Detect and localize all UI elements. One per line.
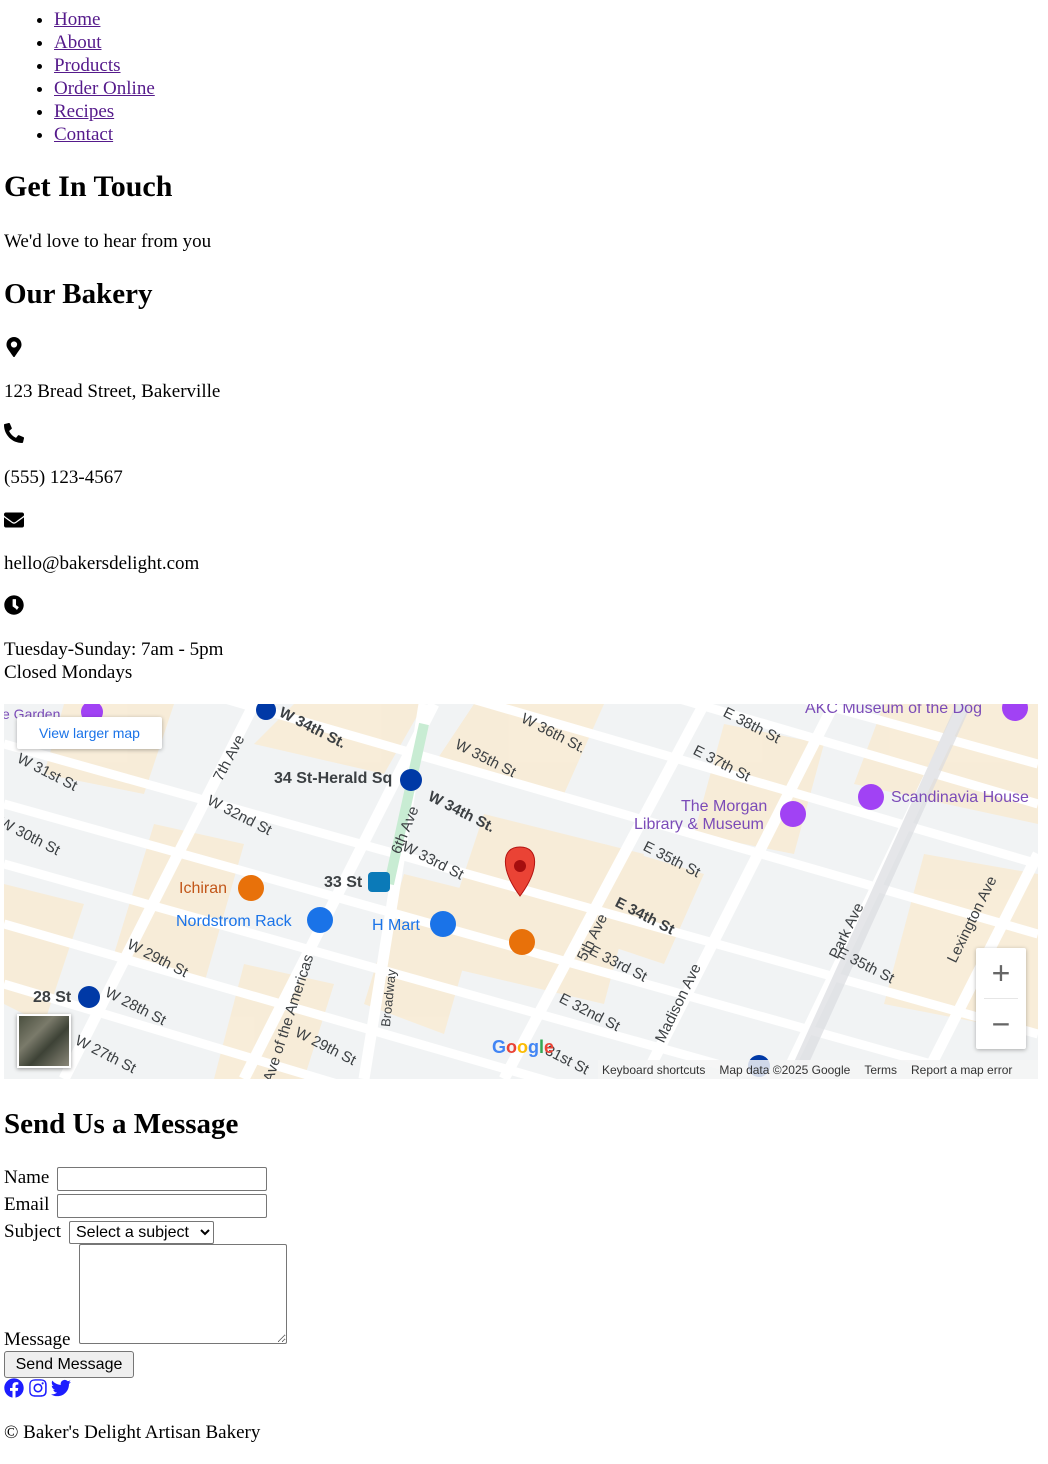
zoom-in-button[interactable]: + (976, 948, 1026, 998)
page-title: Get In Touch (4, 170, 173, 203)
place-label[interactable]: Nordstrom Rack (176, 913, 292, 931)
bakery-address: 123 Bread Street, Bakerville (4, 381, 221, 402)
place-label: 34 St-Herald Sq (274, 770, 393, 787)
bakery-email: hello@bakersdelight.com (4, 553, 200, 574)
nav-item-contact: Contact (54, 123, 155, 146)
facebook-icon[interactable] (4, 1378, 24, 1398)
nav-link-recipes[interactable]: Recipes (54, 101, 114, 122)
name-label: Name (4, 1167, 50, 1188)
map-marker-icon (6, 337, 22, 357)
email-label: Email (4, 1194, 50, 1215)
place-label[interactable]: The Morgan (681, 798, 767, 816)
main-nav: Home About Products Order Online Recipes… (0, 8, 155, 146)
zoom-out-button[interactable]: − (976, 999, 1026, 1049)
page-subtitle: We'd love to hear from you (4, 231, 212, 252)
hours-line-1: Tuesday-Sunday: 7am - 5pm (4, 639, 224, 660)
nav-item-recipes: Recipes (54, 100, 155, 123)
nav-item-order-online: Order Online (54, 77, 155, 100)
map-attribution-bar: Keyboard shortcuts Map data ©2025 Google… (598, 1060, 1038, 1079)
map-data-text: Map data ©2025 Google (719, 1062, 851, 1077)
nav-link-contact[interactable]: Contact (54, 124, 113, 145)
place-label: 28 St (33, 989, 72, 1006)
place-label[interactable]: Scandinavia House (891, 789, 1029, 807)
terms-link[interactable]: Terms (864, 1063, 897, 1077)
envelope-icon (4, 512, 24, 528)
nav-item-about: About (54, 31, 155, 54)
subject-label: Subject (4, 1221, 61, 1242)
bakery-hours: Tuesday-Sunday: 7am - 5pm Closed Mondays (4, 638, 223, 684)
nav-link-products[interactable]: Products (54, 55, 121, 76)
bakery-phone: (555) 123-4567 (4, 467, 123, 488)
place-label[interactable]: H Mart (372, 917, 420, 935)
keyboard-shortcuts-link[interactable]: Keyboard shortcuts (602, 1063, 705, 1077)
form-heading: Send Us a Message (4, 1108, 239, 1140)
phone-icon (4, 423, 24, 443)
bakery-heading: Our Bakery (4, 278, 153, 310)
email-field[interactable] (57, 1194, 267, 1218)
place-label[interactable]: Library & Museum (634, 816, 764, 834)
place-label[interactable]: Ichiran (179, 880, 227, 898)
message-textarea[interactable] (79, 1244, 287, 1344)
zoom-controls: + − (976, 948, 1026, 1049)
google-map[interactable]: W 34th St. W 35th St W 36th St. E 38th S… (4, 704, 1038, 1079)
hours-line-2: Closed Mondays (4, 662, 133, 683)
nav-link-order-online[interactable]: Order Online (54, 78, 155, 99)
nav-link-home[interactable]: Home (54, 9, 100, 30)
name-field[interactable] (57, 1167, 267, 1191)
message-label: Message (4, 1329, 71, 1350)
place-label: 33 St (324, 874, 363, 891)
nav-link-about[interactable]: About (54, 32, 102, 53)
satellite-toggle[interactable] (17, 1014, 71, 1068)
clock-icon (4, 595, 24, 615)
send-message-button[interactable]: Send Message (4, 1351, 134, 1378)
twitter-icon[interactable] (51, 1378, 71, 1398)
place-label[interactable]: AKC Museum of the Dog (805, 704, 982, 718)
subject-select[interactable]: Select a subject (69, 1221, 214, 1244)
view-larger-map-link[interactable]: View larger map (17, 717, 162, 749)
instagram-icon[interactable] (28, 1378, 48, 1398)
nav-item-products: Products (54, 54, 155, 77)
footer-copyright: © Baker's Delight Artisan Bakery (4, 1422, 261, 1443)
report-error-link[interactable]: Report a map error (911, 1063, 1012, 1077)
google-logo: Google (492, 1037, 555, 1057)
nav-item-home: Home (54, 8, 155, 31)
